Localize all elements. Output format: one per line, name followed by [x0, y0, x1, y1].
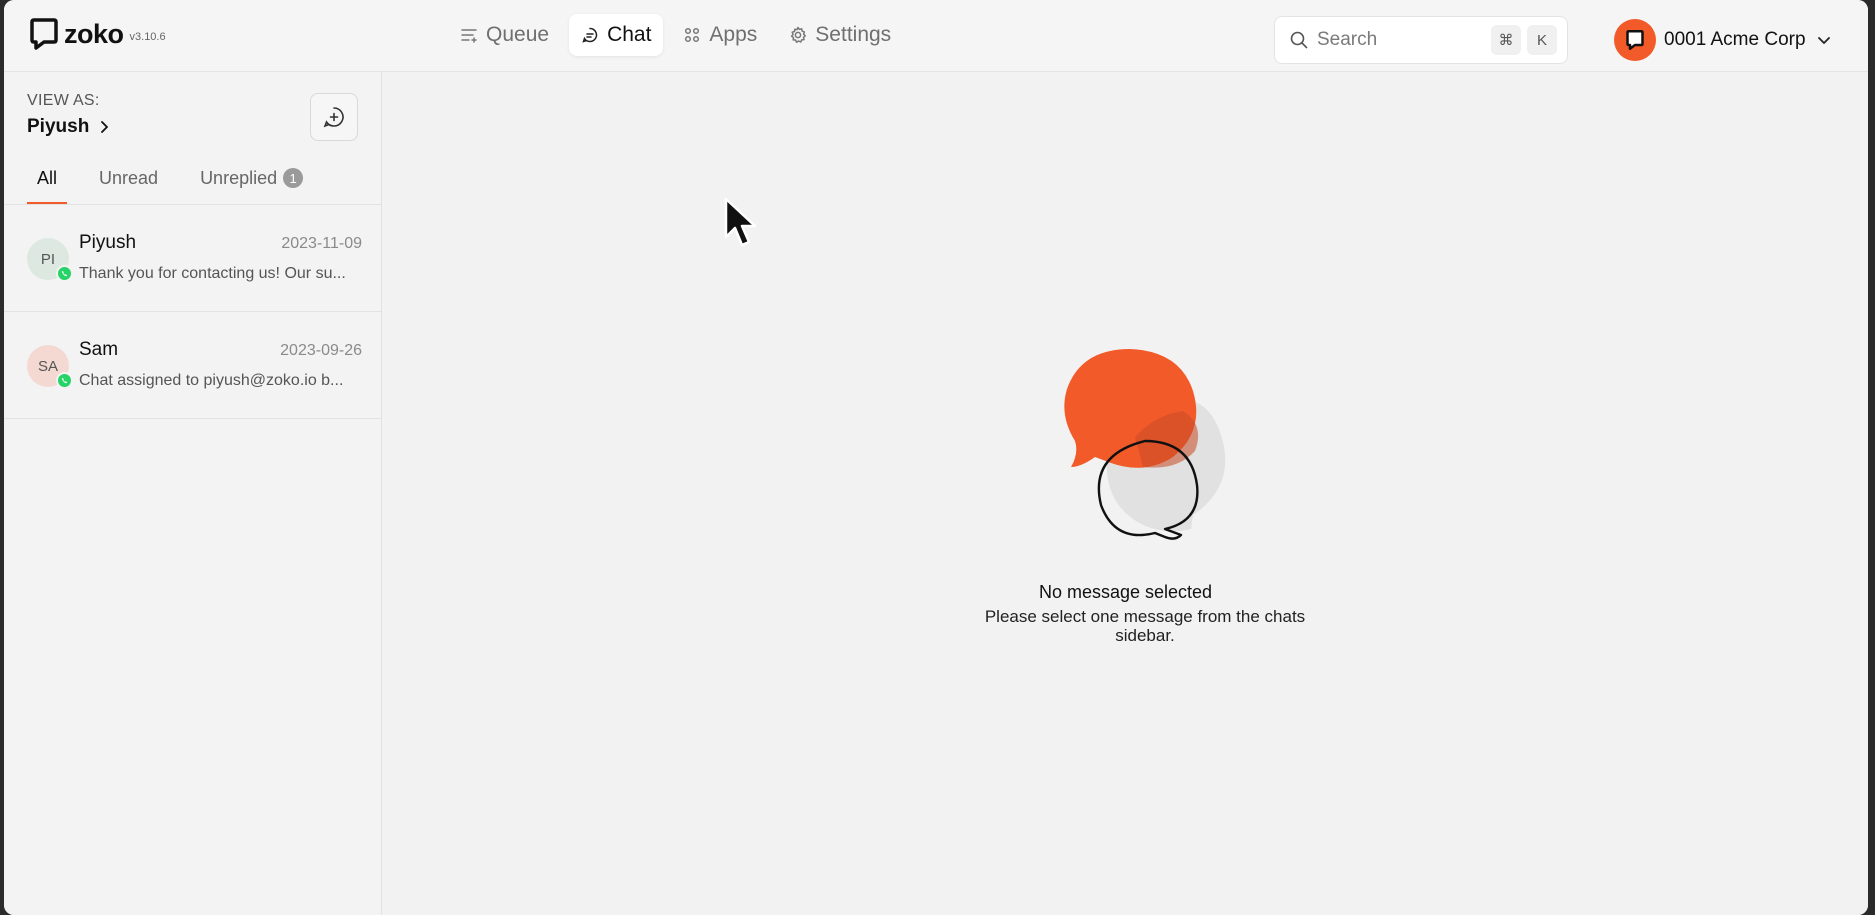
phone-icon	[61, 377, 68, 384]
tab-unreplied[interactable]: Unreplied 1	[190, 168, 313, 204]
new-chat-button[interactable]	[310, 93, 358, 141]
queue-icon	[461, 29, 477, 43]
tab-unread-label: Unread	[99, 168, 159, 188]
tab-unreplied-label: Unreplied	[200, 168, 278, 188]
account-switcher[interactable]: 0001 Acme Corp	[1614, 19, 1832, 61]
nav-apps-label: Apps	[709, 23, 758, 46]
chat-date: 2023-09-26	[280, 342, 362, 359]
empty-chat-illustration	[1064, 349, 1226, 540]
chat-list-item[interactable]: SA Sam 2023-09-26 Chat assigned to piyus…	[4, 312, 382, 419]
chat-contact-name: Sam	[79, 339, 119, 360]
top-bar: zoko v3.10.6 Queue Chat Apps Settings Se…	[4, 0, 1868, 72]
logo-text: zoko	[64, 18, 124, 49]
unreplied-count-badge: 1	[283, 168, 304, 188]
tab-all[interactable]: All	[27, 168, 68, 204]
chat-preview: Chat assigned to piyush@zoko.io b...	[79, 372, 344, 389]
avatar-initials: PI	[40, 250, 56, 268]
nav-settings-label: Settings	[815, 23, 892, 46]
tab-unread[interactable]: Unread	[89, 168, 168, 204]
view-as-user-selector[interactable]: Piyush	[27, 116, 111, 138]
new-chat-icon	[323, 107, 344, 128]
whatsapp-icon	[56, 372, 73, 389]
tab-all-label: All	[37, 168, 58, 188]
chat-bubble-icon	[582, 27, 598, 43]
mouse-cursor-icon	[724, 197, 757, 247]
avatar: SA	[27, 345, 73, 389]
logo[interactable]: zoko v3.10.6	[30, 18, 166, 50]
search-box[interactable]: ⌘ K	[1274, 16, 1568, 64]
phone-icon	[61, 270, 68, 277]
zoko-logo-icon	[30, 18, 58, 50]
empty-state-title: No message selected	[1038, 582, 1213, 602]
app-version: v3.10.6	[129, 31, 166, 43]
search-input[interactable]	[1317, 29, 1485, 51]
nav-apps[interactable]: Apps	[671, 14, 769, 56]
nav-queue[interactable]: Queue	[448, 14, 561, 56]
chat-contact-name: Piyush	[79, 232, 137, 253]
chat-date: 2023-11-09	[281, 235, 362, 252]
apps-grid-icon	[685, 27, 700, 43]
nav-chat[interactable]: Chat	[569, 14, 664, 56]
view-as-user-name: Piyush	[27, 116, 90, 137]
shortcut-k-key: K	[1527, 25, 1557, 55]
app-window: zoko v3.10.6 Queue Chat Apps Settings Se…	[4, 0, 1868, 915]
chat-main-panel: No message selected Please select one me…	[383, 72, 1868, 915]
chat-preview: Thank you for contacting us! Our su...	[79, 265, 346, 282]
nav-settings[interactable]: Settings	[777, 14, 903, 56]
gear-icon	[791, 26, 807, 43]
chat-list-item[interactable]: PI Piyush 2023-11-09 Thank you for conta…	[4, 205, 382, 312]
view-as-label: VIEW AS:	[27, 92, 100, 109]
chevron-down-icon	[1817, 37, 1830, 44]
chats-sidebar: VIEW AS: Piyush All Unread Unreplied 1 P…	[4, 72, 382, 915]
whatsapp-icon	[56, 265, 73, 282]
avatar-initials: SA	[37, 357, 58, 375]
shortcut-cmd-key: ⌘	[1491, 25, 1521, 55]
nav-chat-label: Chat	[607, 23, 652, 46]
avatar: PI	[27, 238, 73, 282]
zoko-logo-icon	[1626, 30, 1644, 50]
account-name: 0001 Acme Corp	[1664, 29, 1806, 50]
nav-queue-label: Queue	[486, 23, 550, 46]
chevron-right-icon	[101, 121, 109, 133]
empty-state-subtitle: Please select one message from the chats…	[984, 607, 1306, 645]
chat-filter-tabs: All Unread Unreplied 1	[27, 168, 382, 204]
account-avatar	[1614, 19, 1656, 61]
main-nav: Queue Chat Apps Settings	[448, 14, 903, 56]
search-icon	[1290, 31, 1308, 49]
